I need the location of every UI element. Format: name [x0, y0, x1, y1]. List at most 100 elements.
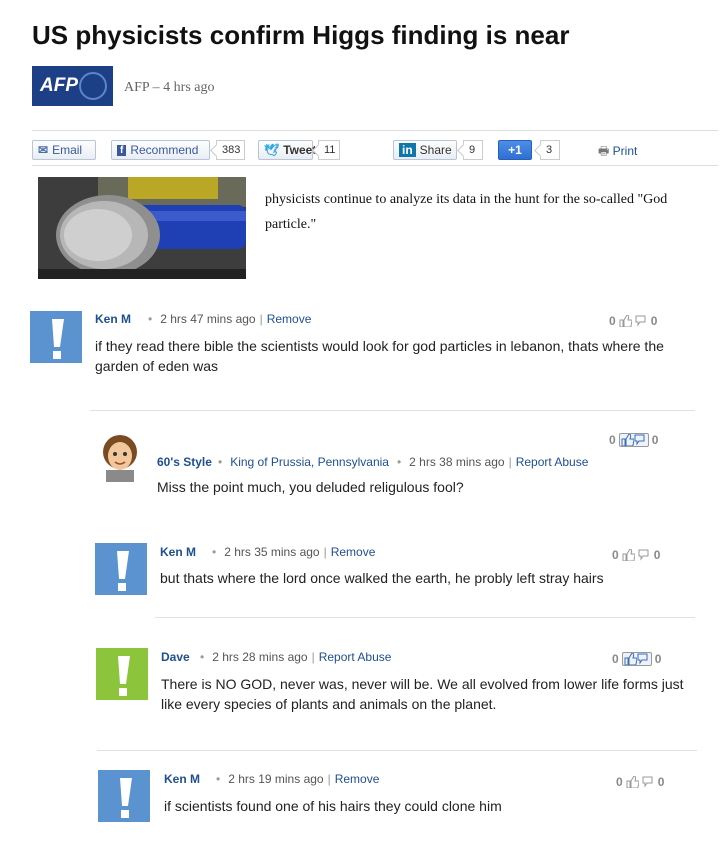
separator-dot: •: [396, 455, 402, 469]
report-abuse-link[interactable]: Report Abuse: [319, 650, 392, 664]
separator-bar: |: [508, 455, 512, 469]
commenter-name[interactable]: 60's Style: [157, 455, 212, 469]
comment-divider: [155, 617, 695, 618]
article-headline: US physicists confirm Higgs finding is n…: [32, 20, 570, 50]
downvote-count: 0: [650, 314, 658, 328]
thumbs-up-icon[interactable]: [621, 434, 634, 446]
comment-meta: • 2 hrs 47 mins ago | Remove: [140, 312, 311, 326]
avatar[interactable]: [94, 430, 146, 482]
separator-dot: •: [218, 455, 223, 469]
upvote-count: 0: [612, 548, 619, 562]
printer-icon: 🖶: [598, 144, 610, 158]
avatar[interactable]: [96, 648, 148, 700]
thumbs-up-icon[interactable]: [619, 315, 632, 327]
comment-divider: [90, 410, 695, 411]
twitter-bird-icon: 🕊: [264, 143, 280, 157]
recommend-count: 383: [216, 140, 245, 160]
remove-link[interactable]: Remove: [331, 545, 376, 559]
email-button[interactable]: ✉ Email: [32, 140, 96, 160]
vote-controls: 0 0: [609, 314, 657, 328]
comment-time: 2 hrs 47 mins ago: [160, 312, 256, 326]
plusone-button[interactable]: +1: [498, 140, 532, 160]
photo-caption: physicists continue to analyze its data …: [265, 192, 668, 232]
exclamation-avatar-icon: [98, 770, 150, 822]
commenter-name[interactable]: Ken M: [164, 772, 200, 786]
commenter-name[interactable]: Ken M: [95, 312, 131, 326]
separator-bar: |: [311, 650, 315, 664]
downvote-count: 0: [653, 548, 661, 562]
upvote-count: 0: [612, 652, 619, 666]
vote-button-group: [621, 652, 652, 666]
afp-logo-text: AFP: [40, 75, 78, 96]
upvote-count: 0: [609, 433, 616, 447]
thumbs-down-icon[interactable]: [642, 776, 655, 788]
vote-button-group: [618, 433, 649, 447]
vote-controls: 0 0: [616, 775, 664, 789]
share-count: 9: [463, 140, 483, 160]
exclamation-avatar-icon: [95, 543, 147, 595]
separator-dot: •: [212, 545, 217, 559]
envelope-icon: ✉: [38, 143, 49, 157]
afp-logo: AFP: [32, 66, 113, 106]
downvote-count: 0: [657, 775, 665, 789]
vote-controls: 0 0: [612, 652, 661, 666]
comment-text: if scientists found one of his hairs the…: [164, 798, 502, 814]
toolbar-divider-bottom: [32, 165, 718, 166]
comment-text: There is NO GOD, never was, never will b…: [161, 676, 684, 712]
thumbs-up-icon[interactable]: [626, 776, 639, 788]
downvote-count: 0: [654, 652, 662, 666]
remove-link[interactable]: Remove: [267, 312, 312, 326]
comment-time: 2 hrs 35 mins ago: [224, 545, 320, 559]
tweet-button[interactable]: 🕊 Tweet: [258, 140, 316, 160]
article-photo: [38, 177, 246, 279]
thumbs-up-icon[interactable]: [622, 549, 635, 561]
remove-link[interactable]: Remove: [335, 772, 380, 786]
exclamation-avatar-icon: [96, 648, 148, 700]
comment-time: 2 hrs 38 mins ago: [409, 455, 505, 469]
print-link[interactable]: 🖶 Print: [598, 142, 637, 163]
vote-controls: 0 0: [609, 433, 658, 447]
comment-divider: [97, 750, 697, 751]
byline: AFP – 4 hrs ago: [124, 80, 215, 95]
comment-meta: • 2 hrs 19 mins ago | Remove: [208, 772, 379, 786]
separator-dot: •: [200, 650, 205, 664]
separator-bar: |: [323, 545, 327, 559]
tweet-count: 11: [318, 140, 340, 160]
comment-text: but thats where the lord once walked the…: [160, 570, 604, 586]
separator-bar: |: [327, 772, 331, 786]
thumbs-down-icon[interactable]: [638, 549, 651, 561]
plusone-count: 3: [540, 140, 560, 160]
comment-meta: • 2 hrs 35 mins ago | Remove: [204, 545, 375, 559]
commenter-name[interactable]: Dave: [161, 650, 190, 664]
comment-meta: • King of Prussia, Pennsylvania • 2 hrs 38 …: [210, 455, 588, 469]
comment-text: if they read there bible the scientists …: [95, 338, 664, 374]
avatar[interactable]: [30, 311, 82, 363]
report-abuse-link[interactable]: Report Abuse: [516, 455, 589, 469]
thumbs-up-icon[interactable]: [624, 653, 637, 665]
thumbs-down-icon[interactable]: [637, 653, 650, 665]
separator-dot: •: [216, 772, 221, 786]
avatar[interactable]: [98, 770, 150, 822]
upvote-count: 0: [616, 775, 623, 789]
separator-bar: |: [259, 312, 263, 326]
thumbs-down-icon[interactable]: [635, 315, 648, 327]
thumbs-down-icon[interactable]: [634, 434, 647, 446]
comment-time: 2 hrs 28 mins ago: [212, 650, 308, 664]
linkedin-share-button[interactable]: in Share: [393, 140, 457, 160]
globe-icon: [79, 72, 107, 100]
comment-meta: • 2 hrs 28 mins ago | Report Abuse: [192, 650, 391, 664]
recommend-button[interactable]: f Recommend: [111, 140, 210, 160]
avatar[interactable]: [95, 543, 147, 595]
commenter-name[interactable]: Ken M: [160, 545, 196, 559]
comment-time: 2 hrs 19 mins ago: [228, 772, 324, 786]
cartoon-person-avatar-icon: [94, 430, 146, 482]
facebook-icon: f: [117, 144, 127, 156]
comment-text: Miss the point much, you deluded religul…: [157, 479, 464, 495]
linkedin-icon: in: [399, 143, 416, 157]
upvote-count: 0: [609, 314, 616, 328]
separator-dot: •: [148, 312, 153, 326]
downvote-count: 0: [651, 433, 659, 447]
toolbar-divider-top: [32, 130, 718, 131]
commenter-location[interactable]: King of Prussia, Pennsylvania: [230, 455, 389, 469]
vote-controls: 0 0: [612, 548, 660, 562]
